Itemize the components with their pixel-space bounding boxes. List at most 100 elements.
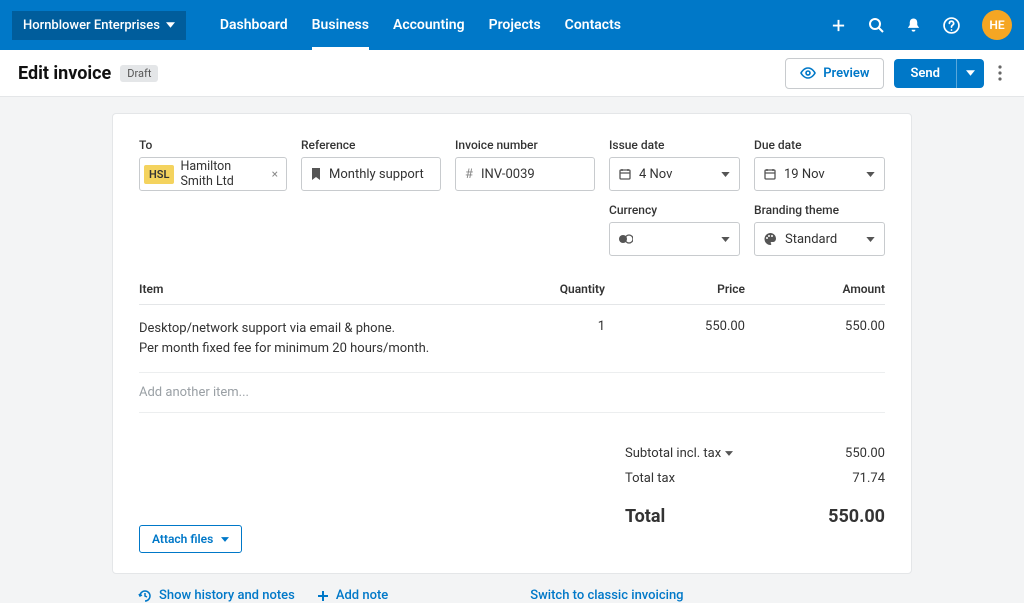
preview-label: Preview [823,66,869,81]
subtotal-row: Subtotal incl. tax 550.00 [625,441,885,466]
nav-projects[interactable]: Projects [477,0,553,50]
due-date-input[interactable]: 19 Nov [754,157,885,191]
org-name: Hornblower Enterprises [23,18,160,33]
caret-down-icon [966,70,975,76]
item-desc-line2: Per month fixed fee for minimum 20 hours… [139,339,533,359]
reference-value: Monthly support [329,167,431,182]
bookmark-icon [311,168,321,180]
nav-accounting[interactable]: Accounting [381,0,477,50]
preview-button[interactable]: Preview [785,58,884,89]
item-description: Desktop/network support via email & phon… [139,319,533,358]
nav-contacts[interactable]: Contacts [553,0,633,50]
calendar-icon [764,168,776,180]
header-item: Item [139,282,533,296]
issue-date-label: Issue date [609,138,740,152]
line-item-row[interactable]: Desktop/network support via email & phon… [139,305,885,373]
add-note-label: Add note [336,588,388,603]
total-value: 550.00 [828,506,885,527]
eye-icon [800,67,816,79]
caret-down-icon [221,537,229,542]
due-date-field: Due date 19 Nov [754,138,885,191]
issue-date-value: 4 Nov [639,167,721,182]
show-history-label: Show history and notes [159,588,295,603]
caret-down-icon [725,451,733,456]
branding-theme-field: Branding theme Standard [754,203,885,256]
branding-theme-label: Branding theme [754,203,885,217]
send-button-group: Send [894,59,984,88]
invoice-number-input[interactable]: # INV-0039 [455,157,595,191]
header-amount: Amount [745,282,885,296]
help-icon[interactable] [943,17,960,34]
reference-label: Reference [301,138,441,152]
caret-down-icon [866,172,875,177]
add-note-link[interactable]: Add note [317,588,388,603]
currency-select[interactable] [609,222,740,256]
to-value: Hamilton Smith Ltd [180,159,261,189]
tax-row: Total tax 71.74 [625,466,885,491]
footer-links: Show history and notes Add note Switch t… [112,588,912,603]
calendar-icon [619,168,631,180]
item-quantity: 1 [533,319,605,358]
currency-icon [619,234,633,244]
topbar-right: HE [831,10,1012,40]
subtotal-value: 550.00 [845,446,885,461]
topbar: Hornblower Enterprises Dashboard Busines… [0,0,1024,50]
fields-row-1: To HSL Hamilton Smith Ltd × Reference Mo… [139,138,885,191]
org-selector[interactable]: Hornblower Enterprises [12,11,186,40]
bell-icon[interactable] [906,17,921,33]
currency-label: Currency [609,203,740,217]
header-quantity: Quantity [533,282,605,296]
plus-icon [317,590,329,602]
add-line-item[interactable]: Add another item... [139,373,885,413]
reference-field: Reference Monthly support [301,138,441,191]
invoice-number-label: Invoice number [455,138,595,152]
reference-input[interactable]: Monthly support [301,157,441,191]
attach-files-button[interactable]: Attach files [139,525,242,553]
clear-contact-button[interactable]: × [268,167,282,181]
invoice-card: To HSL Hamilton Smith Ltd × Reference Mo… [112,113,912,574]
palette-icon [764,233,777,245]
to-input[interactable]: HSL Hamilton Smith Ltd × [139,157,287,191]
send-dropdown[interactable] [956,59,984,88]
search-icon[interactable] [868,17,884,33]
issue-date-input[interactable]: 4 Nov [609,157,740,191]
due-date-value: 19 Nov [784,167,866,182]
due-date-label: Due date [754,138,885,152]
main-nav: Dashboard Business Accounting Projects C… [208,0,633,50]
show-history-link[interactable]: Show history and notes [138,588,295,603]
line-items: Item Quantity Price Amount Desktop/netwo… [139,282,885,413]
branding-theme-value: Standard [785,232,866,247]
currency-field: Currency [609,203,740,256]
item-desc-line1: Desktop/network support via email & phon… [139,319,533,339]
branding-theme-select[interactable]: Standard [754,222,885,256]
page-title: Edit invoice [18,63,111,84]
line-items-header: Item Quantity Price Amount [139,282,885,305]
to-field: To HSL Hamilton Smith Ltd × [139,138,287,191]
sub-actions: Preview Send [785,58,1006,89]
nav-business[interactable]: Business [300,0,381,50]
kebab-icon [998,65,1002,81]
caret-down-icon [866,237,875,242]
item-price: 550.00 [605,319,745,358]
fields-row-2: Currency Branding theme Standard [139,203,885,256]
more-menu[interactable] [994,61,1006,85]
history-icon [138,589,152,603]
send-button[interactable]: Send [894,59,956,88]
status-badge: Draft [120,65,158,82]
caret-down-icon [721,172,730,177]
subheader: Edit invoice Draft Preview Send [0,50,1024,97]
invoice-number-value: INV-0039 [481,167,585,182]
subtotal-label-wrap[interactable]: Subtotal incl. tax [625,446,733,461]
switch-classic-link[interactable]: Switch to classic invoicing [530,588,683,603]
header-price: Price [605,282,745,296]
caret-down-icon [721,237,730,242]
totals: Subtotal incl. tax 550.00 Total tax 71.7… [625,441,885,532]
total-row: Total 550.00 [625,501,885,532]
nav-dashboard[interactable]: Dashboard [208,0,300,50]
contact-chip: HSL [144,165,174,184]
avatar[interactable]: HE [982,10,1012,40]
tax-label: Total tax [625,471,675,486]
plus-icon[interactable] [831,18,846,33]
to-label: To [139,138,287,152]
invoice-number-field: Invoice number # INV-0039 [455,138,595,191]
